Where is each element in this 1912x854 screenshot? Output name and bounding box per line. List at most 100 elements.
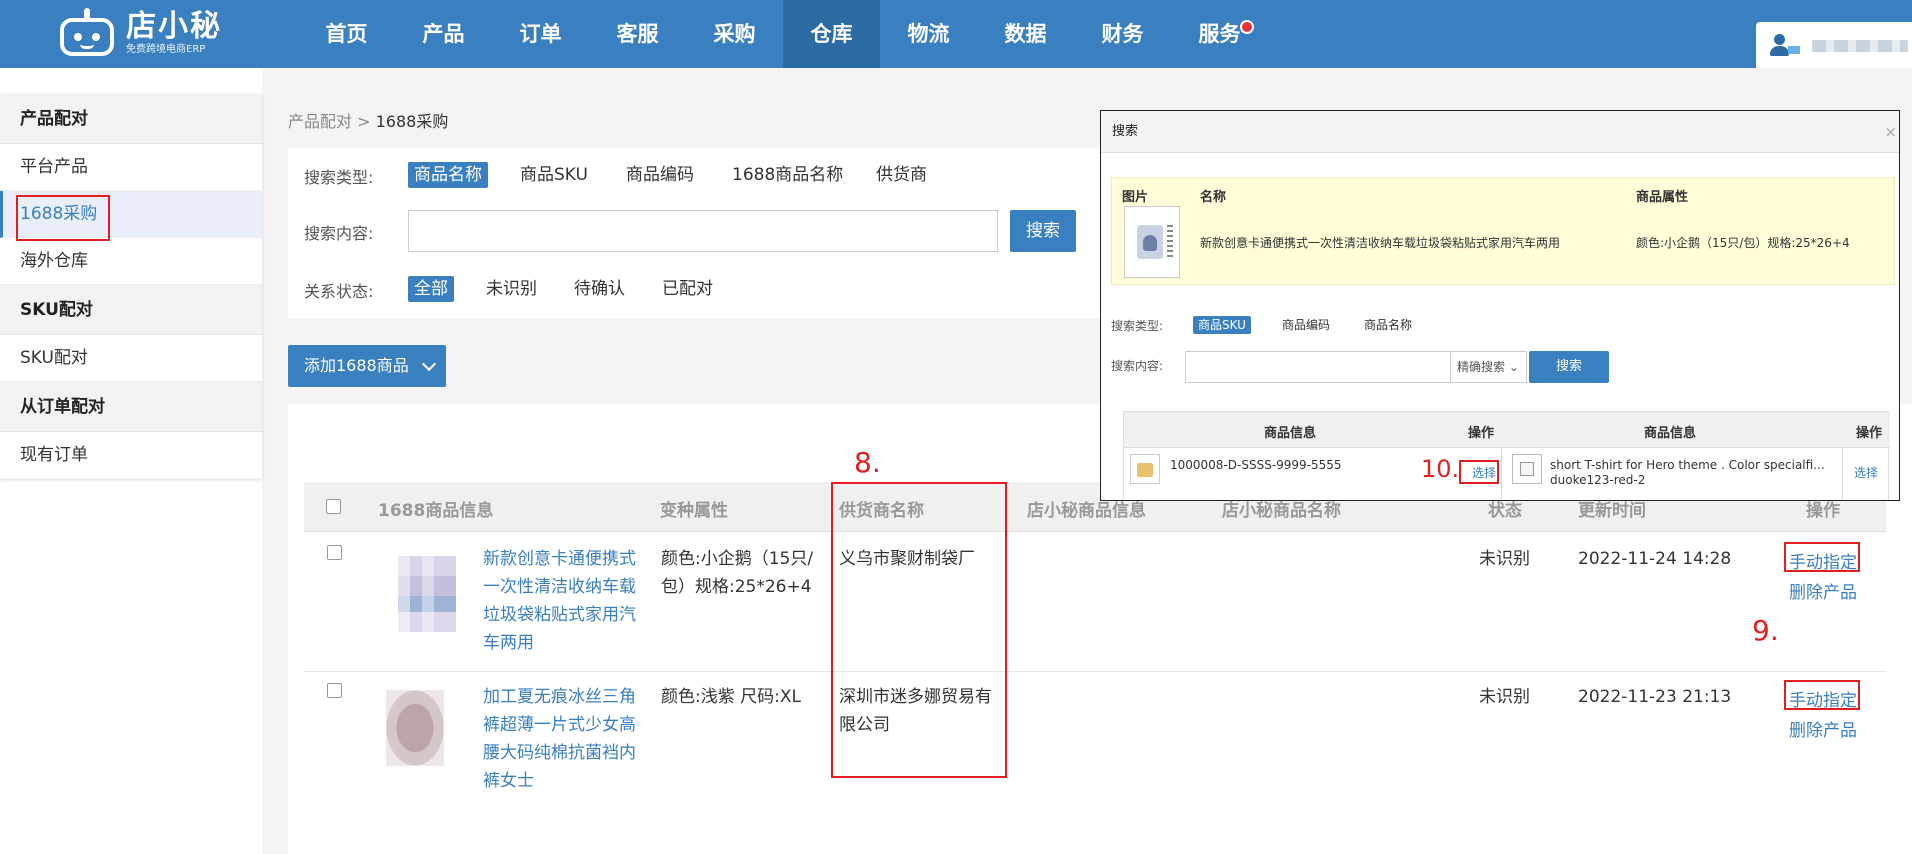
nav-orders[interactable]: 订单 bbox=[492, 0, 589, 68]
updated-time: 2022-11-23 21:13 bbox=[1578, 687, 1732, 707]
sidebar-group-product-pairing: 产品配对 bbox=[0, 94, 262, 144]
dt-col-action-right: 操作 bbox=[1856, 426, 1883, 441]
sidebar-item-existing-orders[interactable]: 现有订单 bbox=[0, 432, 262, 479]
app-logo[interactable]: 店小秘 免费跨境电商ERP bbox=[56, 6, 246, 62]
dialog-search-button[interactable]: 搜索 bbox=[1529, 351, 1609, 383]
nav-data[interactable]: 数据 bbox=[977, 0, 1074, 68]
breadcrumb-separator: > bbox=[352, 112, 376, 131]
result-sku-right: duoke123-red-2 bbox=[1550, 473, 1646, 487]
select-all-checkbox[interactable] bbox=[326, 499, 341, 514]
product-thumbnail[interactable] bbox=[386, 690, 444, 766]
dt-col-info-left: 商品信息 bbox=[1264, 426, 1317, 441]
dialog-type-sku[interactable]: 商品SKU bbox=[1193, 316, 1251, 334]
sidebar-group-sku-pairing: SKU配对 bbox=[0, 285, 262, 335]
highlight-box-assign-2 bbox=[1784, 680, 1860, 710]
result-thumbnail bbox=[1130, 454, 1160, 484]
dialog-product-summary: 图片 名称 商品属性 新款创意卡通便携式一次性清洁收纳车载垃圾袋粘贴式家用汽车两… bbox=[1111, 177, 1895, 285]
col-attr-label: 商品属性 bbox=[1636, 190, 1689, 205]
close-icon[interactable]: × bbox=[1884, 111, 1897, 153]
updated-time: 2022-11-24 14:28 bbox=[1578, 549, 1732, 569]
product-image bbox=[1124, 206, 1180, 278]
main-nav: 首页 产品 订单 客服 采购 仓库 物流 数据 财务 服务 bbox=[298, 0, 1268, 68]
product-name-link[interactable]: 加工夏无痕冰丝三角 裤超薄一片式少女高 腰大码纯棉抗菌裆内 裤女士 bbox=[483, 683, 636, 795]
search-panel: 搜索类型: 商品名称 商品SKU 商品编码 1688商品名称 供货商 搜索内容:… bbox=[288, 148, 1104, 318]
variant-attributes: 颜色:小企鹅（15只/ 包）规格:25*26+4 bbox=[661, 549, 814, 597]
add-1688-product-label: 添加1688商品 bbox=[304, 356, 409, 375]
nav-purchasing[interactable]: 采购 bbox=[686, 0, 783, 68]
col-image-label: 图片 bbox=[1122, 190, 1149, 205]
top-nav-bar: 店小秘 免费跨境电商ERP 首页 产品 订单 客服 采购 仓库 物流 数据 财务… bbox=[0, 0, 1912, 68]
col-name-label: 名称 bbox=[1200, 190, 1227, 205]
search-type-supplier[interactable]: 供货商 bbox=[870, 162, 933, 188]
search-type-label: 搜索类型: bbox=[304, 168, 374, 187]
nav-logistics[interactable]: 物流 bbox=[880, 0, 977, 68]
status-pending[interactable]: 待确认 bbox=[568, 276, 631, 302]
add-1688-product-button[interactable]: 添加1688商品 bbox=[288, 345, 446, 387]
sidebar-group-order-pairing: 从订单配对 bbox=[0, 382, 262, 432]
broken-image-icon bbox=[1512, 454, 1542, 484]
search-button[interactable]: 搜索 bbox=[1010, 210, 1076, 252]
user-menu[interactable] bbox=[1756, 22, 1912, 68]
dialog-type-code[interactable]: 商品编码 bbox=[1277, 316, 1335, 334]
delete-product-link[interactable]: 删除产品 bbox=[1789, 578, 1857, 603]
notification-dot bbox=[1240, 20, 1254, 34]
dialog-product-name: 新款创意卡通便携式一次性清洁收纳车载垃圾袋粘贴式家用汽车两用 bbox=[1200, 236, 1561, 250]
search-content-label: 搜索内容: bbox=[304, 224, 374, 243]
status-paired[interactable]: 已配对 bbox=[656, 276, 719, 302]
breadcrumb-current: 1688采购 bbox=[375, 112, 449, 131]
dialog-search-type-label: 搜索类型: bbox=[1111, 319, 1164, 333]
annotation-step-9: 9. bbox=[1752, 614, 1779, 647]
annotation-step-8: 8. bbox=[854, 446, 881, 479]
user-icon bbox=[1770, 34, 1800, 56]
delete-product-link[interactable]: 删除产品 bbox=[1789, 716, 1857, 741]
status-unrecognized[interactable]: 未识别 bbox=[480, 276, 543, 302]
highlight-box-supplier-column bbox=[831, 482, 1007, 778]
product-name-link[interactable]: 新款创意卡通便携式 一次性清洁收纳车载 垃圾袋粘贴式家用汽 车两用 bbox=[483, 545, 636, 657]
highlight-box-select bbox=[1459, 460, 1499, 484]
nav-home[interactable]: 首页 bbox=[298, 0, 395, 68]
logo-subtitle: 免费跨境电商ERP bbox=[126, 44, 206, 55]
match-mode-select[interactable]: 精确搜索 ⌄ bbox=[1451, 351, 1527, 383]
chevron-down-icon: ⌄ bbox=[1508, 360, 1519, 374]
result-sku: 1000008-D-SSSS-9999-5555 bbox=[1170, 458, 1342, 472]
row-checkbox[interactable] bbox=[327, 683, 342, 698]
search-type-code[interactable]: 商品编码 bbox=[620, 162, 700, 188]
breadcrumb-parent[interactable]: 产品配对 bbox=[288, 112, 352, 131]
sidebar-item-platform-products[interactable]: 平台产品 bbox=[0, 144, 262, 191]
row-checkbox[interactable] bbox=[327, 545, 342, 560]
search-type-product-name[interactable]: 商品名称 bbox=[408, 162, 488, 188]
th-1688-info: 1688商品信息 bbox=[378, 501, 494, 521]
search-dialog: 搜索 × 图片 名称 商品属性 新款创意卡通便携式一次性清洁收纳车载垃圾袋粘贴式… bbox=[1100, 110, 1900, 501]
variant-attributes: 颜色:浅紫 尺码:XL bbox=[661, 687, 801, 707]
row-divider bbox=[304, 671, 1886, 672]
breadcrumb: 产品配对 > 1688采购 bbox=[288, 108, 448, 132]
search-type-1688-name[interactable]: 1688商品名称 bbox=[726, 162, 849, 188]
nav-customer-service[interactable]: 客服 bbox=[589, 0, 686, 68]
nav-products[interactable]: 产品 bbox=[395, 0, 492, 68]
left-sidebar: 产品配对 平台产品 1688采购 海外仓库 SKU配对 SKU配对 从订单配对 … bbox=[0, 94, 262, 479]
dialog-type-name[interactable]: 商品名称 bbox=[1359, 316, 1417, 334]
chevron-down-icon bbox=[421, 356, 437, 372]
robot-logo-icon bbox=[56, 8, 118, 60]
select-result-link[interactable]: 选择 bbox=[1854, 464, 1878, 481]
dialog-search-input[interactable] bbox=[1185, 351, 1451, 383]
product-thumbnail[interactable] bbox=[398, 556, 456, 632]
dialog-header: 搜索 × bbox=[1101, 111, 1899, 153]
dialog-title: 搜索 bbox=[1112, 124, 1139, 139]
status-all[interactable]: 全部 bbox=[408, 276, 454, 302]
result-title: short T-shirt for Hero theme . Color spe… bbox=[1550, 458, 1825, 472]
sidebar-item-overseas-warehouse[interactable]: 海外仓库 bbox=[0, 238, 262, 285]
search-type-sku[interactable]: 商品SKU bbox=[514, 162, 594, 188]
th-variant: 变种属性 bbox=[660, 501, 728, 521]
annotation-step-10: 10. bbox=[1421, 455, 1460, 483]
nav-services[interactable]: 服务 bbox=[1171, 0, 1268, 68]
nav-warehouse[interactable]: 仓库 bbox=[783, 0, 880, 68]
nav-finance[interactable]: 财务 bbox=[1074, 0, 1171, 68]
highlight-box-assign-1 bbox=[1784, 542, 1860, 572]
blurred-username bbox=[1812, 40, 1908, 52]
sidebar-item-sku-pairing[interactable]: SKU配对 bbox=[0, 335, 262, 382]
dt-col-action-left: 操作 bbox=[1468, 426, 1495, 441]
search-input[interactable] bbox=[408, 210, 998, 252]
dt-col-info-right: 商品信息 bbox=[1644, 426, 1697, 441]
highlight-box-sidebar bbox=[16, 195, 110, 241]
